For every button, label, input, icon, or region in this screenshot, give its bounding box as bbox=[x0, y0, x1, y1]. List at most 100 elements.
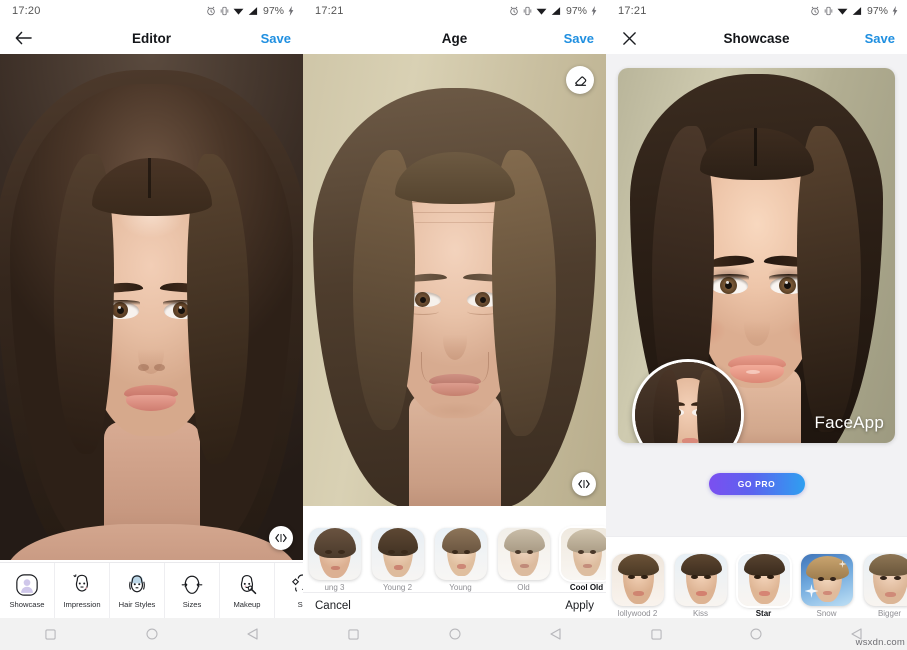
tool-sizes[interactable]: Sizes bbox=[165, 563, 220, 618]
filter-item[interactable]: ung 3 bbox=[307, 528, 362, 592]
filter-label: Snow bbox=[816, 609, 837, 618]
filter-label: Kiss bbox=[692, 609, 709, 618]
status-time: 17:21 bbox=[315, 5, 344, 17]
back-arrow-icon[interactable] bbox=[12, 27, 34, 49]
charging-bolt-icon bbox=[288, 6, 294, 16]
filter-thumb[interactable] bbox=[560, 528, 606, 580]
close-icon[interactable] bbox=[618, 27, 640, 49]
showcase-photo-card[interactable]: FaceApp bbox=[618, 68, 895, 443]
editor-tool-rail: Showcase Impression Hair Styles Sizes Ma… bbox=[0, 562, 303, 618]
android-nav-bar-3: wsxdn.com bbox=[606, 618, 907, 650]
save-button[interactable]: Save bbox=[261, 31, 291, 46]
filter-label: Star bbox=[755, 609, 772, 618]
tool-showcase[interactable]: Showcase bbox=[0, 563, 55, 618]
filter-thumb[interactable] bbox=[497, 528, 550, 580]
filter-item[interactable]: Young 2 bbox=[370, 528, 425, 592]
tool-impression[interactable]: Impression bbox=[55, 563, 110, 618]
filter-item-selected[interactable]: Cool Old bbox=[559, 528, 606, 592]
showcase-filter-strip[interactable]: lollywood 2 Kiss Star Snow Bigger bbox=[606, 536, 907, 618]
eraser-button[interactable] bbox=[566, 66, 594, 94]
filter-item[interactable]: Snow bbox=[799, 554, 854, 618]
circle-home-icon[interactable] bbox=[440, 618, 470, 650]
tool-label: Impression bbox=[63, 599, 101, 609]
compare-slider-handle[interactable] bbox=[269, 526, 293, 550]
alarm-icon bbox=[811, 6, 819, 16]
save-button[interactable]: Save bbox=[564, 31, 594, 46]
filter-item-selected[interactable]: Star bbox=[736, 554, 791, 618]
battery-percent: 97% bbox=[262, 5, 284, 17]
filter-thumb[interactable] bbox=[800, 554, 853, 606]
wifi-icon bbox=[536, 8, 547, 15]
go-pro-button[interactable]: GO PRO bbox=[708, 473, 805, 495]
eraser-icon bbox=[574, 76, 586, 86]
filter-thumb[interactable] bbox=[863, 554, 907, 606]
editor-photo[interactable] bbox=[0, 54, 303, 560]
filter-item[interactable]: Old bbox=[496, 528, 551, 592]
makeup-icon bbox=[235, 573, 260, 598]
tool-skin[interactable]: Sk bbox=[275, 563, 303, 618]
status-bar-editor: 17:20 97% bbox=[0, 0, 303, 22]
filter-thumb[interactable] bbox=[674, 554, 727, 606]
filter-item[interactable]: lollywood 2 bbox=[610, 554, 665, 618]
app-bar-age: Age Save bbox=[303, 22, 606, 54]
compare-slider-handle[interactable] bbox=[572, 472, 596, 496]
status-icons: 97% bbox=[810, 5, 898, 17]
status-bar-age: 17:21 97% bbox=[303, 0, 606, 22]
age-filter-strip[interactable]: ung 3 Young 2 Young Old Cool Old bbox=[303, 514, 606, 592]
square-recents-icon[interactable] bbox=[339, 618, 369, 650]
filter-label: Young bbox=[449, 583, 472, 592]
square-recents-icon[interactable] bbox=[641, 618, 671, 650]
android-nav-bar-2 bbox=[303, 618, 606, 650]
app-bar-editor: Editor Save bbox=[0, 22, 303, 54]
filter-item[interactable]: Kiss bbox=[673, 554, 728, 618]
circle-home-icon[interactable] bbox=[741, 618, 771, 650]
charging-bolt-icon bbox=[892, 6, 898, 16]
status-time: 17:21 bbox=[618, 5, 647, 17]
sizes-icon bbox=[180, 573, 205, 598]
circle-home-icon[interactable] bbox=[137, 618, 167, 650]
filter-label: Bigger bbox=[877, 609, 902, 618]
page-title: Editor bbox=[132, 30, 171, 46]
wifi-icon bbox=[233, 8, 244, 15]
tool-label: Makeup bbox=[233, 599, 261, 609]
alarm-icon bbox=[207, 6, 215, 16]
filter-label: Cool Old bbox=[569, 583, 604, 592]
filter-label: lollywood 2 bbox=[617, 609, 658, 618]
skin-icon bbox=[290, 573, 303, 598]
gopro-wrap: GO PRO bbox=[618, 473, 895, 495]
original-photo-avatar[interactable] bbox=[632, 359, 744, 443]
filter-item[interactable]: Young bbox=[433, 528, 488, 592]
triangle-back-icon[interactable] bbox=[238, 618, 268, 650]
square-recents-icon[interactable] bbox=[36, 618, 66, 650]
charging-bolt-icon bbox=[591, 6, 597, 16]
filter-thumb[interactable] bbox=[308, 528, 361, 580]
tool-label: Hair Styles bbox=[118, 599, 156, 609]
signal-icon bbox=[248, 6, 258, 15]
tool-label: Sizes bbox=[182, 599, 202, 609]
panel-showcase: 17:21 97% Showcase Save FaceApp GO PRO l… bbox=[606, 0, 907, 650]
status-icons: 97% bbox=[509, 5, 597, 17]
filter-thumb[interactable] bbox=[737, 554, 790, 606]
app-bar-showcase: Showcase Save bbox=[606, 22, 907, 54]
status-icons: 97% bbox=[206, 5, 294, 17]
apply-button[interactable]: Apply bbox=[565, 600, 594, 612]
cancel-button[interactable]: Cancel bbox=[315, 600, 351, 612]
filter-label: ung 3 bbox=[324, 583, 345, 592]
tool-hair-styles[interactable]: Hair Styles bbox=[110, 563, 165, 618]
filter-thumb[interactable] bbox=[434, 528, 487, 580]
filter-item[interactable]: Bigger bbox=[862, 554, 907, 618]
tool-label: Showcase bbox=[9, 599, 45, 609]
site-watermark: wsxdn.com bbox=[855, 637, 905, 648]
save-button[interactable]: Save bbox=[865, 31, 895, 46]
signal-icon bbox=[551, 6, 561, 15]
page-title: Showcase bbox=[723, 30, 790, 46]
android-nav-bar-1 bbox=[0, 618, 303, 650]
age-photo[interactable] bbox=[303, 54, 606, 506]
triangle-back-icon[interactable] bbox=[541, 618, 571, 650]
tool-makeup[interactable]: Makeup bbox=[220, 563, 275, 618]
filter-thumb[interactable] bbox=[611, 554, 664, 606]
filter-thumb[interactable] bbox=[371, 528, 424, 580]
panel-editor: 17:20 97% Editor Save Showcase Impressio… bbox=[0, 0, 303, 650]
hair-styles-icon bbox=[125, 573, 150, 598]
vibrate-icon bbox=[824, 6, 833, 16]
